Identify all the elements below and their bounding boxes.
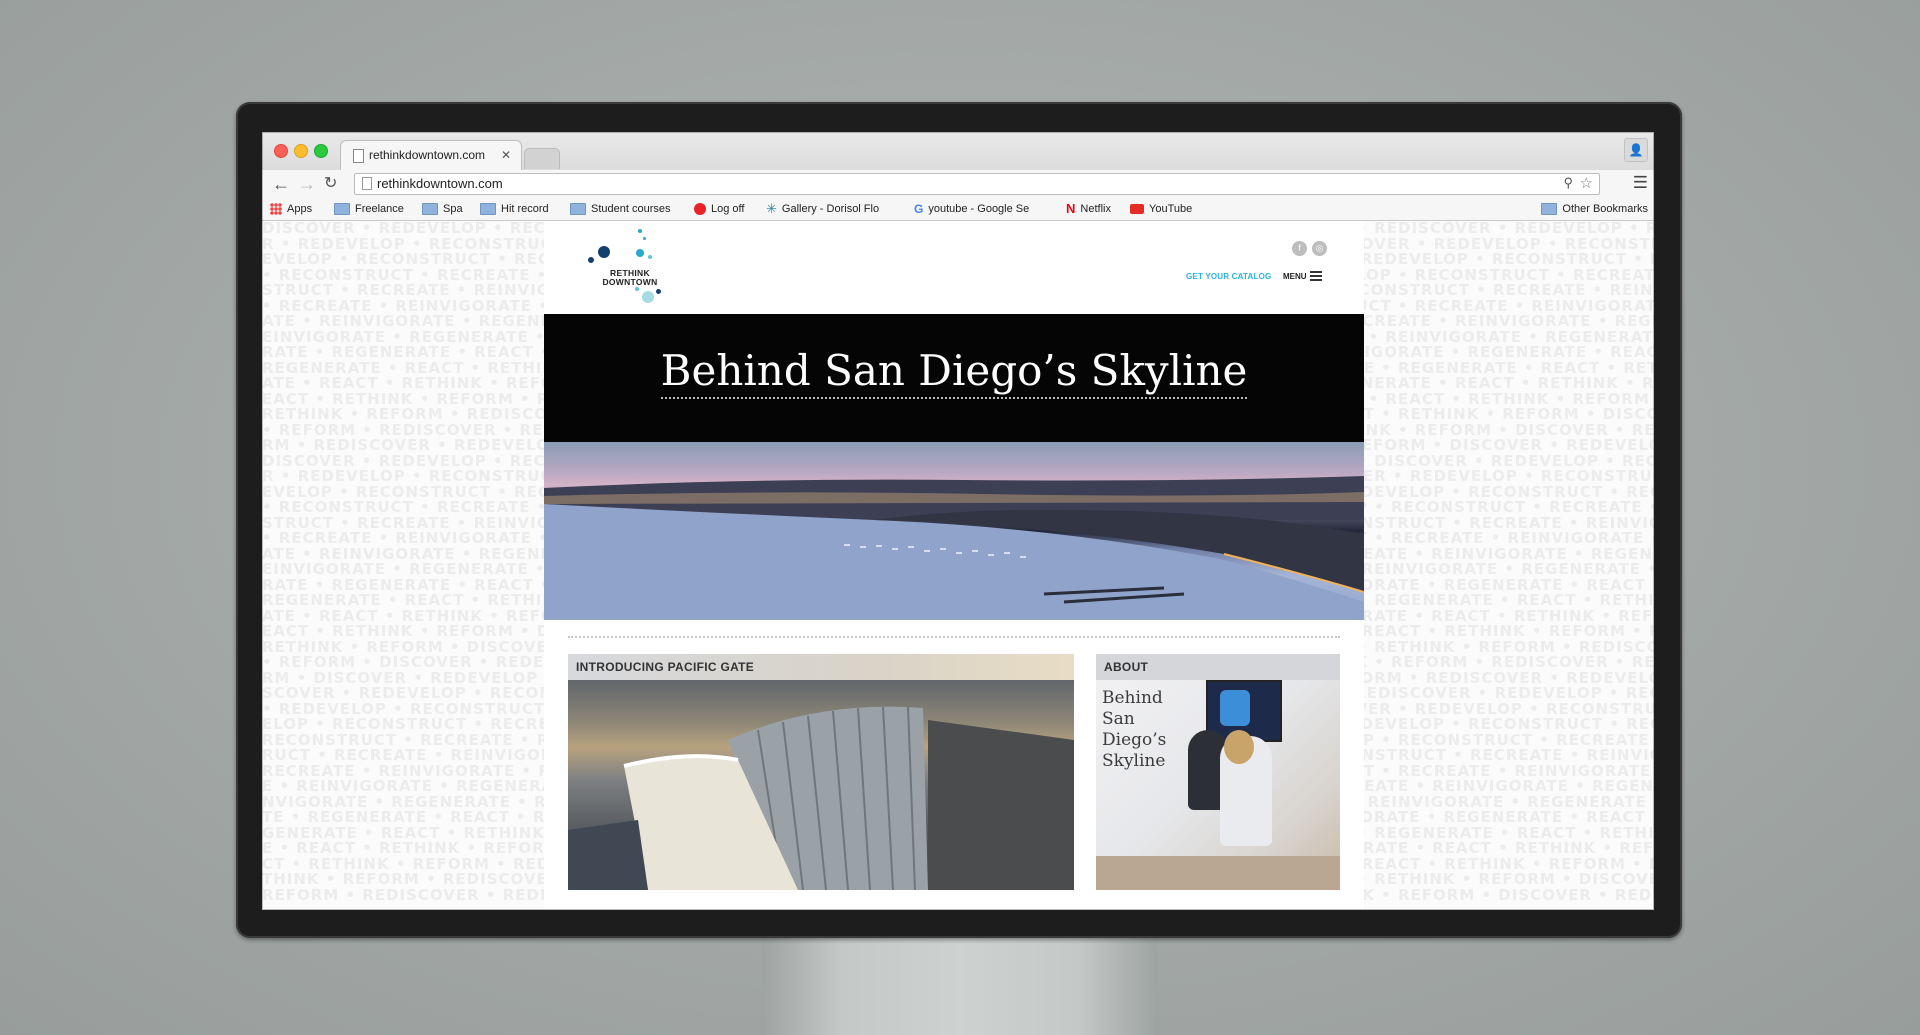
about-image-wall-text: Behind San Diego’s Skyline (1102, 688, 1167, 771)
profile-icon[interactable]: 👤 (1624, 138, 1648, 162)
netflix-icon: N (1066, 201, 1076, 217)
get-catalog-link[interactable]: GET YOUR CATALOG (1186, 272, 1271, 281)
bookmark-label: Gallery - Dorisol Flo (781, 203, 880, 215)
back-arrow-icon[interactable]: ← (272, 172, 290, 196)
youtube-icon (1130, 204, 1144, 215)
minimize-window-icon[interactable] (294, 144, 308, 158)
logo-bubble (638, 229, 642, 233)
skyline-illustration (544, 476, 1364, 620)
maximize-window-icon[interactable] (314, 144, 328, 158)
address-bar[interactable]: rethinkdowntown.com ⚲ ☆ (354, 173, 1600, 195)
logo-line-downtown: DOWNTOWN (602, 277, 658, 287)
bookmark-star-icon[interactable]: ☆ (1580, 174, 1593, 192)
tab-bar: rethinkdowntown.com ✕ 👤 (262, 132, 1654, 171)
hamburger-menu-icon[interactable] (1310, 271, 1322, 283)
bookmark-spa[interactable]: Spa (422, 201, 463, 217)
bookmark-label: Log off (711, 203, 745, 215)
bookmark-student-courses[interactable]: Student courses (570, 201, 671, 217)
logo-bubble (642, 291, 654, 303)
wall-screen-glow (1220, 690, 1250, 726)
bookmark-label: Other Bookmarks (1562, 203, 1648, 215)
hero-title: Behind San Diego’s Skyline (544, 346, 1364, 399)
facebook-icon[interactable]: f (1292, 241, 1307, 256)
logo-bubble (588, 257, 594, 263)
reload-icon[interactable]: ↻ (324, 172, 337, 196)
url-text[interactable]: rethinkdowntown.com (377, 176, 503, 191)
folder-icon (422, 203, 438, 216)
pacific-gate-card[interactable]: INTRODUCING PACIFIC GATE (568, 654, 1074, 890)
site-content: RETHINK DOWNTOWN f ◎ GET YOUR CATALOG ME… (544, 221, 1364, 910)
folder-icon (480, 203, 496, 216)
display-table (1096, 856, 1340, 890)
page-icon (362, 177, 372, 190)
gallery-icon: ✳ (766, 201, 777, 217)
skyline-photo (544, 442, 1364, 620)
bookmark-log-off[interactable]: Log off (694, 201, 744, 217)
bookmark-label: Student courses (591, 203, 671, 215)
logo-bubble (636, 249, 644, 257)
folder-icon (570, 203, 586, 216)
bookmarks-bar: Apps Freelance Spa Hit record Student co… (262, 198, 1654, 221)
pacific-gate-image[interactable] (568, 680, 1074, 890)
browser-toolbar: ← → ↻ rethinkdowntown.com ⚲ ☆ ☰ (262, 170, 1654, 198)
bookmark-gallery[interactable]: ✳ Gallery - Dorisol Flo (766, 201, 879, 217)
page-icon (353, 149, 364, 163)
bookmark-freelance[interactable]: Freelance (334, 201, 404, 217)
bookmark-label: Hit record (501, 203, 549, 215)
about-image[interactable]: Behind San Diego’s Skyline (1096, 680, 1340, 890)
bookmark-label: Spa (443, 203, 463, 215)
bookmark-label: Freelance (355, 203, 404, 215)
new-tab-button[interactable] (524, 148, 560, 169)
logo-bubble (635, 287, 639, 291)
bookmark-label: youtube - Google Se (928, 203, 1030, 215)
page-viewport: DISCOVER • REDEVELOP • RECONSTRUCT • REC… (262, 221, 1654, 910)
bookmark-apps[interactable]: Apps (270, 201, 312, 217)
tab-title: rethinkdowntown.com (369, 148, 486, 162)
hamburger-menu-icon[interactable]: ☰ (1633, 173, 1648, 193)
bookmark-netflix[interactable]: N Netflix (1066, 201, 1111, 217)
logo-text: RETHINK DOWNTOWN (600, 269, 660, 287)
browser-window: rethinkdowntown.com ✕ 👤 ← → ↻ rethinkdow… (262, 132, 1654, 910)
close-window-icon[interactable] (274, 144, 288, 158)
bookmark-other[interactable]: Other Bookmarks (1541, 201, 1648, 217)
logo-bubble (648, 255, 652, 259)
card-title: ABOUT (1096, 654, 1340, 680)
bookmark-youtube[interactable]: YouTube (1130, 201, 1192, 217)
folder-icon (334, 203, 350, 216)
tab-rethinkdowntown[interactable]: rethinkdowntown.com ✕ (340, 140, 522, 171)
rethink-downtown-logo[interactable]: RETHINK DOWNTOWN (580, 225, 690, 309)
section-divider (568, 636, 1340, 638)
about-card[interactable]: ABOUT Behind San Diego’s Skyline (1096, 654, 1340, 890)
bookmark-label: Apps (287, 203, 313, 215)
person-woman-hair (1224, 730, 1254, 764)
google-icon: G (914, 202, 924, 217)
hero-title-text: Behind San Diego’s Skyline (660, 346, 1248, 399)
folder-icon (1541, 203, 1558, 216)
monitor-bezel: rethinkdowntown.com ✕ 👤 ← → ↻ rethinkdow… (236, 102, 1682, 938)
hero-banner: Behind San Diego’s Skyline (544, 314, 1364, 442)
instagram-icon[interactable]: ◎ (1312, 241, 1327, 256)
forward-arrow-icon[interactable]: → (298, 172, 316, 196)
tower-illustration (568, 706, 1074, 890)
search-icon[interactable]: ⚲ (1563, 175, 1573, 191)
bookmark-label: Netflix (1080, 203, 1111, 215)
bookmark-label: YouTube (1149, 203, 1193, 215)
menu-button[interactable]: MENU (1283, 272, 1307, 281)
logo-bubble (598, 246, 610, 258)
monitor-stand (762, 935, 1158, 1035)
bookmark-hit-record[interactable]: Hit record (480, 201, 549, 217)
tab-close-icon[interactable]: ✕ (501, 141, 511, 169)
card-title: INTRODUCING PACIFIC GATE (568, 654, 1074, 680)
logoff-icon (694, 203, 706, 216)
bookmark-youtube-google[interactable]: Gyoutube - Google Se (914, 201, 1029, 217)
logo-bubble (643, 237, 646, 240)
logo-bubble (656, 289, 661, 294)
apps-icon (270, 203, 282, 216)
